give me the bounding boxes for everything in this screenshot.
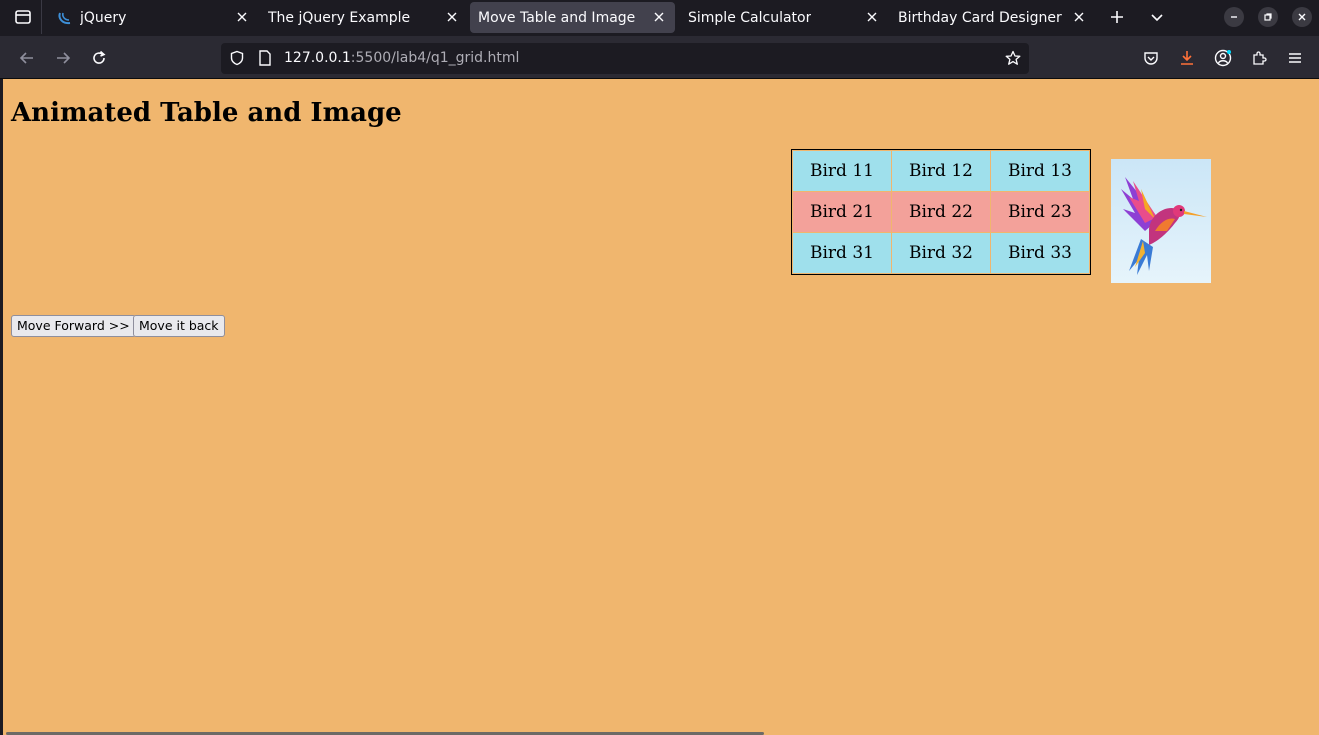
list-tabs-button[interactable] xyxy=(1146,6,1168,28)
address-bar[interactable]: 127.0.0.1:5500/lab4/q1_grid.html xyxy=(221,43,1029,74)
tab-overview-button[interactable] xyxy=(4,0,42,34)
table-cell: Bird 22 xyxy=(892,192,990,232)
close-tab-icon[interactable] xyxy=(651,9,667,25)
url-text[interactable]: 127.0.0.1:5500/lab4/q1_grid.html xyxy=(284,50,519,66)
plus-icon xyxy=(1111,11,1123,23)
reload-icon xyxy=(93,50,106,64)
page-content: Animated Table and Image Bird 11 Bird 12… xyxy=(3,79,1319,735)
arrow-right-icon xyxy=(57,52,71,64)
tab-overview-icon xyxy=(14,10,31,24)
table-cell: Bird 11 xyxy=(793,151,891,191)
table-row: Bird 31 Bird 32 Bird 33 xyxy=(793,233,1089,273)
bookmark-star-icon[interactable] xyxy=(1005,50,1021,70)
table-cell: Bird 33 xyxy=(991,233,1089,273)
tab-label: Move Table and Image xyxy=(478,9,636,26)
table-cell: Bird 12 xyxy=(892,151,990,191)
table-cell: Bird 31 xyxy=(793,233,891,273)
forward-button[interactable] xyxy=(51,46,75,70)
tab-jquery-example[interactable]: The jQuery Example xyxy=(260,2,468,33)
close-tab-icon[interactable] xyxy=(1071,9,1087,25)
arrow-left-icon xyxy=(19,52,33,64)
navigation-toolbar: 127.0.0.1:5500/lab4/q1_grid.html xyxy=(0,36,1319,79)
table-cell: Bird 21 xyxy=(793,192,891,232)
table-row: Bird 21 Bird 22 Bird 23 xyxy=(793,192,1089,232)
url-host: 127.0.0.1 xyxy=(284,50,351,66)
minimize-icon xyxy=(1231,16,1237,18)
url-path: :5500/lab4/q1_grid.html xyxy=(350,50,520,66)
tab-simple-calculator[interactable]: Simple Calculator xyxy=(680,2,888,33)
tab-move-table-image[interactable]: Move Table and Image xyxy=(470,2,675,33)
table-cell: Bird 23 xyxy=(991,192,1089,232)
tab-label: Birthday Card Designer xyxy=(898,9,1062,26)
downloads-button[interactable] xyxy=(1175,46,1199,70)
close-tab-icon[interactable] xyxy=(234,9,250,25)
jquery-icon xyxy=(58,12,71,24)
tab-label: The jQuery Example xyxy=(268,9,411,26)
close-tab-icon[interactable] xyxy=(444,9,460,25)
restore-icon xyxy=(1264,13,1272,21)
reload-button[interactable] xyxy=(87,46,111,70)
shield-icon[interactable] xyxy=(229,50,245,70)
puzzle-icon xyxy=(1253,51,1267,65)
tab-label: jQuery xyxy=(80,9,127,26)
tab-jquery[interactable]: jQuery xyxy=(50,2,258,33)
extensions-button[interactable] xyxy=(1247,46,1271,70)
hummingbird-image xyxy=(1111,159,1211,283)
hamburger-menu-icon xyxy=(1289,53,1301,63)
minimize-button[interactable] xyxy=(1224,7,1244,27)
restore-button[interactable] xyxy=(1258,7,1278,27)
download-icon xyxy=(1181,51,1193,65)
back-button[interactable] xyxy=(15,46,39,70)
tab-label: Simple Calculator xyxy=(688,9,812,26)
account-button[interactable] xyxy=(1211,46,1235,70)
close-window-button[interactable] xyxy=(1292,7,1312,27)
move-back-button[interactable]: Move it back xyxy=(133,315,225,337)
pocket-button[interactable] xyxy=(1139,46,1163,70)
page-icon xyxy=(258,50,272,70)
new-tab-button[interactable] xyxy=(1106,6,1128,28)
chevron-down-icon xyxy=(1151,14,1163,22)
tab-birthday-card[interactable]: Birthday Card Designer xyxy=(890,2,1095,33)
pocket-icon xyxy=(1144,52,1158,65)
move-forward-button[interactable]: Move Forward >> xyxy=(11,315,136,337)
account-icon xyxy=(1214,49,1232,67)
close-icon xyxy=(1298,13,1306,21)
table-cell: Bird 13 xyxy=(991,151,1089,191)
close-tab-icon[interactable] xyxy=(864,9,880,25)
table-cell: Bird 32 xyxy=(892,233,990,273)
table-row: Bird 11 Bird 12 Bird 13 xyxy=(793,151,1089,191)
tab-strip: jQuery The jQuery Example Move Table and… xyxy=(0,0,1319,36)
bird-table: Bird 11 Bird 12 Bird 13 Bird 21 Bird 22 … xyxy=(791,149,1091,275)
page-title: Animated Table and Image xyxy=(11,98,402,128)
menu-button[interactable] xyxy=(1283,46,1307,70)
